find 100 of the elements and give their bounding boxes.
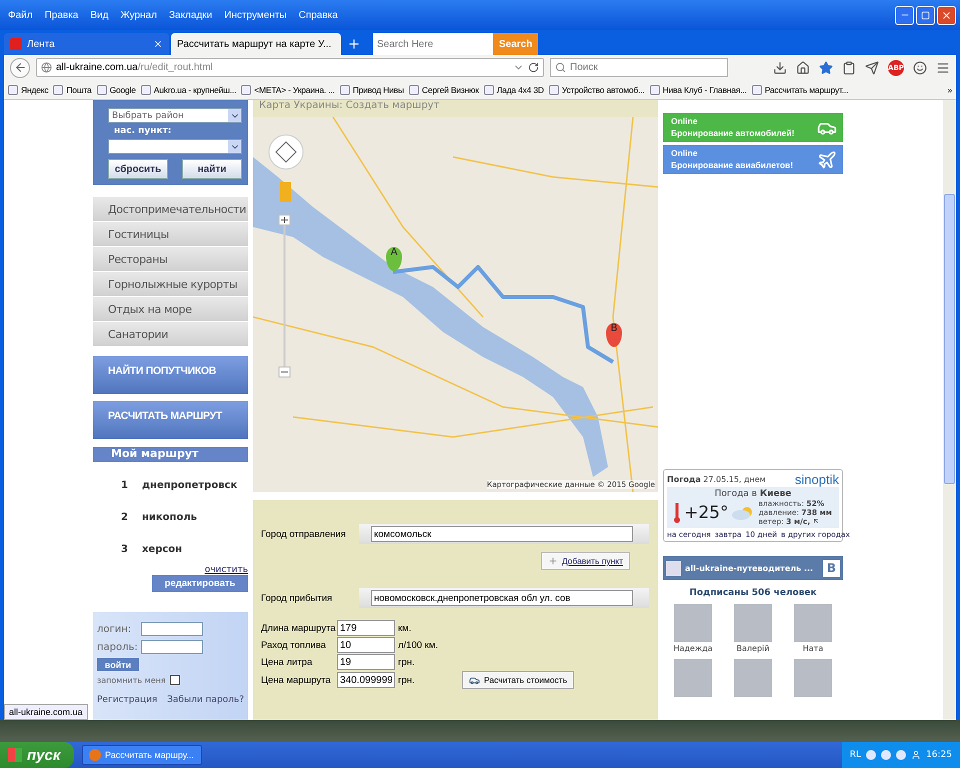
map-title: Карта Украины: Создать маршрут [253, 100, 658, 117]
menu-item[interactable]: Справка [298, 10, 338, 20]
category-item[interactable]: Достопримечательности [93, 197, 248, 221]
number-field[interactable]: 19 [337, 654, 395, 670]
bookmark-icon [650, 84, 660, 94]
favicon-icon [10, 38, 22, 50]
group-title: all-ukraine-путеводитель ... [685, 564, 814, 572]
tray-icon[interactable] [881, 750, 892, 760]
bookmark-item[interactable]: Нива Клуб - Главная... [650, 84, 747, 94]
windows-logo-icon [8, 748, 22, 762]
find-button[interactable]: найти [182, 159, 242, 179]
home-icon[interactable] [796, 60, 810, 74]
category-item[interactable]: Гостиницы [93, 222, 248, 246]
bookmark-item[interactable]: Рассчитать маршрут... [752, 84, 848, 94]
register-link[interactable]: Регистрация [97, 695, 158, 705]
user-icon[interactable] [911, 750, 922, 760]
number-field[interactable]: 179 [337, 620, 395, 636]
edit-button[interactable]: редактировать [152, 575, 248, 592]
bookmark-item[interactable]: Лада 4х4 3D [484, 84, 544, 94]
vk-widget-header[interactable]: all-ukraine-путеводитель ... В [663, 556, 843, 580]
bookmark-icon [8, 84, 18, 94]
bookmark-item[interactable]: Сергей Визнюк [408, 84, 479, 94]
password-field[interactable] [141, 640, 203, 654]
close-tab-icon[interactable] [153, 39, 163, 49]
maximize-button[interactable] [916, 6, 935, 24]
reload-icon[interactable] [528, 62, 539, 73]
password-label: пароль: [97, 642, 137, 652]
person-name[interactable]: Надежда [673, 644, 712, 653]
place-select[interactable] [108, 139, 242, 154]
browser-tab[interactable]: Лента [4, 33, 169, 55]
to-field[interactable]: новомосковск.днепропетровская обл ул. сов [371, 590, 633, 606]
bookmark-icon [241, 84, 252, 94]
menu-item[interactable]: Журнал [120, 10, 157, 20]
menu-item[interactable]: Правка [44, 10, 78, 20]
close-button[interactable] [937, 6, 956, 24]
bookmark-item[interactable]: <META> - Украина. ... [241, 84, 335, 94]
form-label: Цена маршрута [261, 674, 332, 686]
start-button[interactable]: пуск [0, 742, 74, 768]
minimize-button[interactable] [895, 6, 914, 24]
category-item[interactable]: Санатории [93, 322, 248, 346]
clipboard-icon[interactable] [842, 60, 856, 74]
district-select[interactable]: Выбрать район [108, 108, 242, 123]
smiley-icon[interactable] [913, 60, 927, 74]
from-field[interactable]: комсомольск [371, 526, 633, 542]
person-icon [280, 182, 291, 202]
bookmark-item[interactable]: Устройство автомоб... [548, 84, 645, 94]
form-label: Раход топлива [261, 640, 327, 650]
new-tab-icon[interactable] [347, 37, 361, 51]
unit-label: грн. [398, 674, 416, 686]
login-field[interactable] [141, 622, 203, 636]
tray-icon[interactable] [866, 750, 876, 760]
clear-link[interactable]: очистить [204, 565, 248, 575]
back-button[interactable] [10, 58, 30, 78]
star-icon[interactable] [819, 60, 833, 74]
vk-logo[interactable]: В [823, 560, 840, 576]
bookmark-item[interactable]: Яндекс [8, 84, 48, 94]
weather-logo[interactable]: sinoptik [794, 472, 839, 487]
login-button[interactable]: войти [97, 658, 139, 671]
scrollbar[interactable] [943, 100, 956, 720]
menu-item[interactable]: Файл [8, 10, 33, 20]
menu-item[interactable]: Инструменты [224, 10, 287, 20]
bookmark-item[interactable]: Пошта [53, 84, 92, 94]
menu-item[interactable]: Вид [90, 10, 108, 20]
address-field[interactable]: all-ukraine.com.ua/ru/edit_rout.html [36, 58, 544, 77]
route-number: 2 [121, 512, 128, 522]
bookmark-item[interactable]: Привод Нивы [340, 84, 404, 94]
menu-item[interactable]: Закладки [168, 10, 212, 20]
category-item[interactable]: Отдых на море [93, 297, 248, 321]
add-point-button[interactable]: Добавить пункт [540, 552, 630, 570]
person-name[interactable]: Валерій [736, 644, 770, 653]
remember-checkbox[interactable] [170, 675, 180, 685]
category-item[interactable]: Рестораны [93, 247, 248, 271]
number-field[interactable]: 10 [337, 637, 395, 653]
person-name[interactable]: Ната [802, 644, 824, 653]
status-url: all-ukraine.com.ua [4, 704, 88, 720]
reset-button[interactable]: сбросить [108, 159, 168, 179]
tray-icon[interactable] [896, 750, 906, 760]
calculate-button[interactable]: Расчитать стоимость [462, 671, 574, 689]
plus-icon [548, 556, 558, 566]
bookmark-icon [140, 84, 151, 94]
browser-tab[interactable]: Рассчитать маршрут на карте У... [171, 33, 341, 55]
place-label: нас. пункт: [113, 126, 172, 136]
send-icon[interactable] [865, 60, 879, 74]
category-item[interactable]: Горнолыжные курорты [93, 272, 248, 296]
route-number: 3 [121, 544, 128, 554]
search-icon [555, 62, 566, 73]
scrollbar-thumb[interactable] [944, 194, 955, 484]
search-box[interactable]: Поиск [550, 58, 728, 77]
weather-heading: Погода 27.05.15, днем [667, 475, 766, 484]
route-city: никополь [142, 512, 197, 522]
download-icon[interactable] [773, 60, 787, 74]
weather-city: Погода в Киеве [714, 489, 792, 499]
menu-icon[interactable] [936, 60, 950, 74]
bookmark-item[interactable]: Google [96, 84, 136, 94]
taskbar-item[interactable]: Рассчитать маршру... [82, 745, 202, 765]
bookmark-item[interactable]: Aukro.ua - крупнейш... [140, 84, 236, 94]
bookmark-icon [340, 84, 350, 94]
more-bookmarks-button[interactable]: » [947, 84, 952, 94]
number-field[interactable]: 340.099999 [337, 672, 395, 688]
forgot-password-link[interactable]: Забыли пароль? [167, 695, 244, 705]
